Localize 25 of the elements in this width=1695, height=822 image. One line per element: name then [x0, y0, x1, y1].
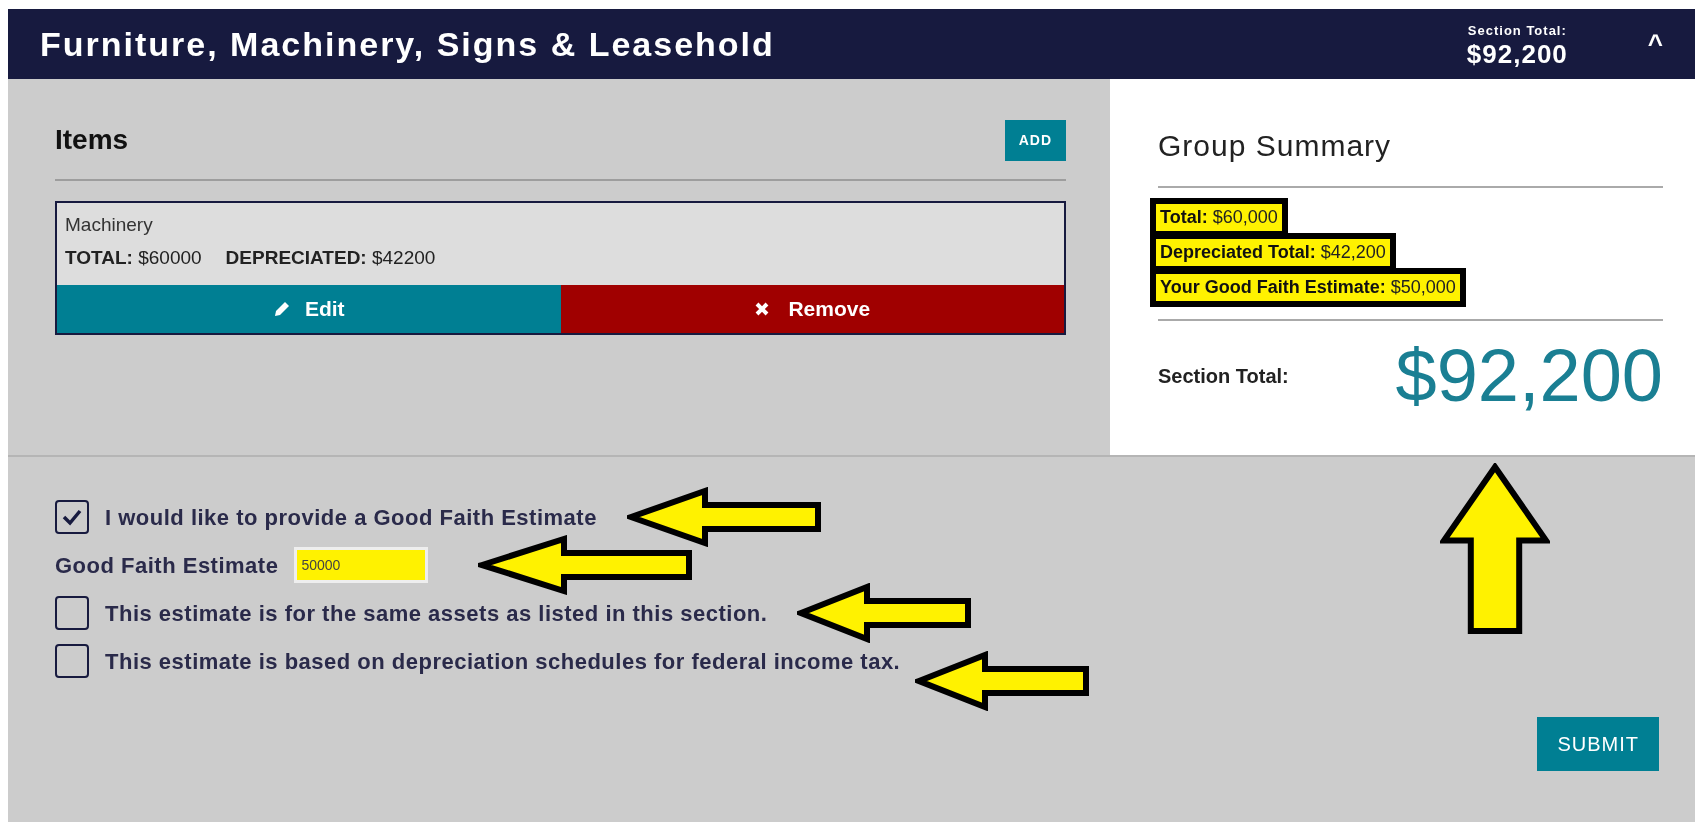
- section-total-amount: $92,200: [1395, 339, 1663, 413]
- section-total-label: Section Total:: [1466, 22, 1568, 41]
- add-button[interactable]: ADD: [1004, 119, 1066, 161]
- items-heading: Items: [55, 123, 129, 157]
- checkbox-label: This estimate is for the same assets as listed in this section.: [105, 599, 768, 628]
- item-name: Machinery: [65, 213, 154, 237]
- item-depreciated: DEPRECIATED: $42200: [225, 245, 436, 270]
- checkbox-label: This estimate is based on depreciation schedules for federal income tax.: [105, 647, 901, 676]
- pencil-icon: [272, 300, 291, 318]
- submit-button[interactable]: SUBMIT: [1537, 717, 1659, 771]
- edit-button[interactable]: Edit: [57, 285, 561, 333]
- section-title: Furniture, Machinery, Signs & Leasehold: [40, 23, 775, 65]
- checkbox-label: I would like to provide a Good Faith Estimate: [105, 503, 597, 532]
- checkbox[interactable]: [55, 644, 89, 678]
- field-label: Good Faith Estimate: [55, 551, 279, 580]
- collapse-toggle[interactable]: ^: [1647, 24, 1663, 64]
- section-total-label: Section Total:: [1158, 364, 1289, 389]
- estimate-field[interactable]: 50000: [294, 547, 429, 583]
- item-total: TOTAL: $60000: [65, 245, 202, 270]
- remove-button[interactable]: Remove: [560, 285, 1064, 333]
- checkbox[interactable]: [55, 500, 89, 534]
- close-icon: [754, 301, 771, 317]
- checkbox[interactable]: [55, 596, 89, 630]
- summary-heading: Group Summary: [1158, 128, 1393, 164]
- section-total-value: $92,200: [1466, 40, 1568, 67]
